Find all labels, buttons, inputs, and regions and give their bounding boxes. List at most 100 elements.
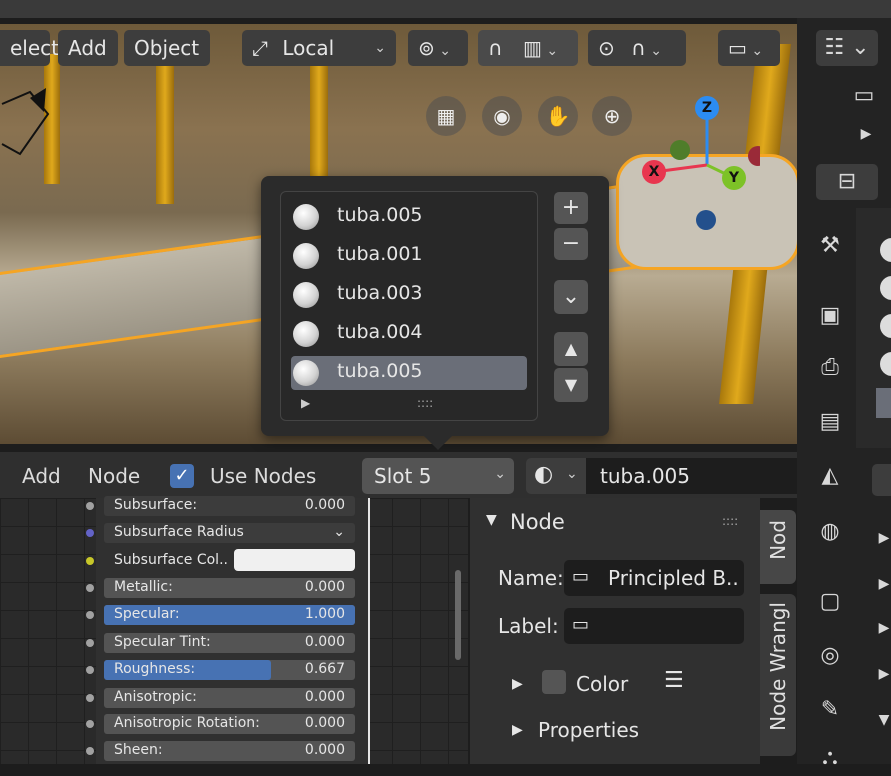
input-socket[interactable] (86, 584, 94, 592)
properties-subpanel-label: Properties (538, 718, 640, 742)
drag-grip-icon[interactable]: :::: (722, 514, 738, 528)
add-material-slot-button[interactable]: + (554, 192, 588, 224)
input-socket[interactable] (86, 611, 94, 619)
object-icon[interactable]: ▢ (812, 584, 848, 620)
tab-node[interactable]: Nod (760, 510, 796, 584)
editor-type-dropdown[interactable]: ☷ ⌄ (816, 30, 878, 66)
magnet-icon: ∩ (488, 36, 503, 60)
y-axis-handle[interactable]: Y (722, 166, 746, 190)
input-socket[interactable] (86, 502, 94, 510)
expand-arrow-icon[interactable]: ▶ (866, 520, 891, 556)
node-property-row[interactable]: Specular: 1.000 (104, 605, 355, 625)
input-socket[interactable] (86, 529, 94, 537)
node-property-list: Subsurface: 0.000 Subsurface Radius ⌄ Subsur… (0, 496, 468, 764)
node-property-row[interactable]: Roughness: 0.667 (104, 660, 355, 680)
input-socket[interactable] (86, 666, 94, 674)
material-slot-item[interactable]: tuba.001 (291, 239, 527, 273)
scene-icon[interactable]: ◭ (812, 458, 848, 494)
material-slot-item[interactable]: tuba.004 (291, 317, 527, 351)
material-slot-label: tuba.001 (337, 243, 423, 265)
view-layer-icon[interactable]: ▤ (812, 404, 848, 440)
expand-arrow-icon[interactable]: ▶ (866, 610, 891, 646)
node-property-row[interactable]: Sheen: 0.000 (104, 741, 355, 761)
use-nodes-label: Use Nodes (210, 464, 317, 488)
particles-icon[interactable]: ⛬ (812, 740, 848, 776)
select-menu[interactable]: elect (0, 30, 59, 66)
input-socket[interactable] (86, 747, 94, 755)
shader-add-menu[interactable]: Add (22, 464, 61, 488)
material-preview-ball (293, 360, 319, 386)
archive-icon[interactable]: ▭ (846, 78, 882, 114)
color-swatch[interactable] (234, 549, 355, 571)
input-socket[interactable] (86, 720, 94, 728)
expand-icon[interactable]: ▶ (301, 396, 310, 410)
node-sidebar-panel: ▼ Node :::: Name: ▭ Principled B.. Label… (470, 498, 760, 764)
chevron-down-icon: ⌄ (494, 466, 506, 482)
node-property-row[interactable]: Subsurface: 0.000 (104, 496, 355, 516)
property-value: 0.000 (304, 689, 345, 705)
material-slot-list[interactable]: tuba.005 tuba.001 tuba.003 tuba.004 tuba… (280, 191, 538, 421)
add-menu[interactable]: Add (58, 30, 118, 66)
material-name-field[interactable]: tuba.005 (586, 458, 797, 494)
zoom-icon[interactable]: ⊕ (592, 96, 632, 136)
remove-material-slot-button[interactable]: − (554, 228, 588, 260)
snap-toggle[interactable]: ∩ ▥ ⌄ (478, 30, 578, 66)
color-subpanel-label: Color (576, 672, 629, 696)
material-specials-button[interactable]: ⌄ (554, 280, 588, 314)
node-name-field[interactable]: ▭ Principled B.. (564, 560, 744, 596)
collapse-arrow-icon[interactable]: ▼ (486, 512, 497, 528)
node-property-row[interactable]: Metallic: 0.000 (104, 578, 355, 598)
material-browse-fragment[interactable] (872, 464, 891, 496)
top-bar (0, 0, 891, 18)
view-object-types-dropdown[interactable]: ▭ ⌄ (718, 30, 780, 66)
presets-list-icon[interactable]: ☰ (664, 668, 684, 693)
chevron-down-icon: ⌄ (434, 43, 451, 59)
expand-arrow-icon[interactable]: ▶ (848, 116, 884, 152)
node-property-row[interactable]: Anisotropic: 0.000 (104, 688, 355, 708)
node-property-row[interactable]: Subsurface Radius ⌄ (104, 523, 355, 543)
node-property-row[interactable]: Anisotropic Rotation: 0.000 (104, 714, 355, 734)
node-property-row[interactable]: Subsurface Col.. (104, 549, 355, 571)
slot-dropdown[interactable]: Slot 5 ⌄ (362, 458, 514, 494)
node-property-row[interactable]: Specular Tint: 0.000 (104, 633, 355, 653)
move-slot-down-button[interactable]: ▼ (554, 368, 588, 402)
browse-material-button[interactable]: ◐ ⌄ (526, 458, 586, 494)
shader-node-menu[interactable]: Node (88, 464, 140, 488)
proportional-editing-toggle[interactable]: ⊙ ∩ ⌄ (588, 30, 686, 66)
output-icon[interactable]: ⎙ (812, 350, 848, 386)
object-menu[interactable]: Object (124, 30, 210, 66)
use-nodes-checkbox[interactable]: ✓ (170, 464, 194, 488)
wrench-icon[interactable]: ✎ (812, 692, 848, 728)
modifier-icon[interactable]: ◎ (812, 638, 848, 674)
tab-node-wrangler[interactable]: Node Wrangl (760, 594, 796, 756)
expand-arrow-icon[interactable]: ▶ (866, 656, 891, 692)
tool-icon[interactable]: ⚒ (812, 228, 848, 264)
input-socket[interactable] (86, 639, 94, 647)
pivot-point-dropdown[interactable]: ⊚ ⌄ (408, 30, 468, 66)
material-slot-item[interactable]: tuba.003 (291, 278, 527, 312)
node-editor-scrollbar[interactable] (455, 570, 461, 660)
material-preview-ball (293, 243, 319, 269)
input-socket[interactable] (86, 694, 94, 702)
color-checkbox[interactable] (542, 670, 566, 694)
expand-arrow-icon[interactable]: ▶ (512, 676, 523, 692)
z-axis-handle[interactable]: Z (695, 96, 719, 120)
world-icon[interactable]: ◍ (812, 514, 848, 550)
transform-orientation-dropdown[interactable]: ⤢ Local ⌄ (242, 30, 396, 66)
material-slot-item-selected[interactable]: tuba.005 (291, 356, 527, 390)
pan-hand-icon[interactable]: ✋ (538, 96, 578, 136)
material-slot-item[interactable]: tuba.005 (291, 200, 527, 234)
property-label: Anisotropic: (114, 689, 197, 705)
expand-arrow-icon[interactable]: ▶ (866, 566, 891, 602)
node-label-field[interactable]: ▭ (564, 608, 744, 644)
expand-arrow-icon[interactable]: ▶ (512, 722, 523, 738)
toggle-ortho-grid-icon[interactable]: ▦ (426, 96, 466, 136)
x-axis-handle[interactable]: X (642, 160, 666, 184)
properties-toggle-dropdown[interactable]: ⊟ (816, 164, 878, 200)
move-slot-up-button[interactable]: ▲ (554, 332, 588, 366)
resize-grip-icon[interactable]: :::: (417, 396, 433, 410)
input-socket[interactable] (86, 557, 94, 565)
camera-view-icon[interactable]: ◉ (482, 96, 522, 136)
render-icon[interactable]: ▣ (812, 298, 848, 334)
collapse-arrow-icon[interactable]: ▼ (866, 702, 891, 738)
